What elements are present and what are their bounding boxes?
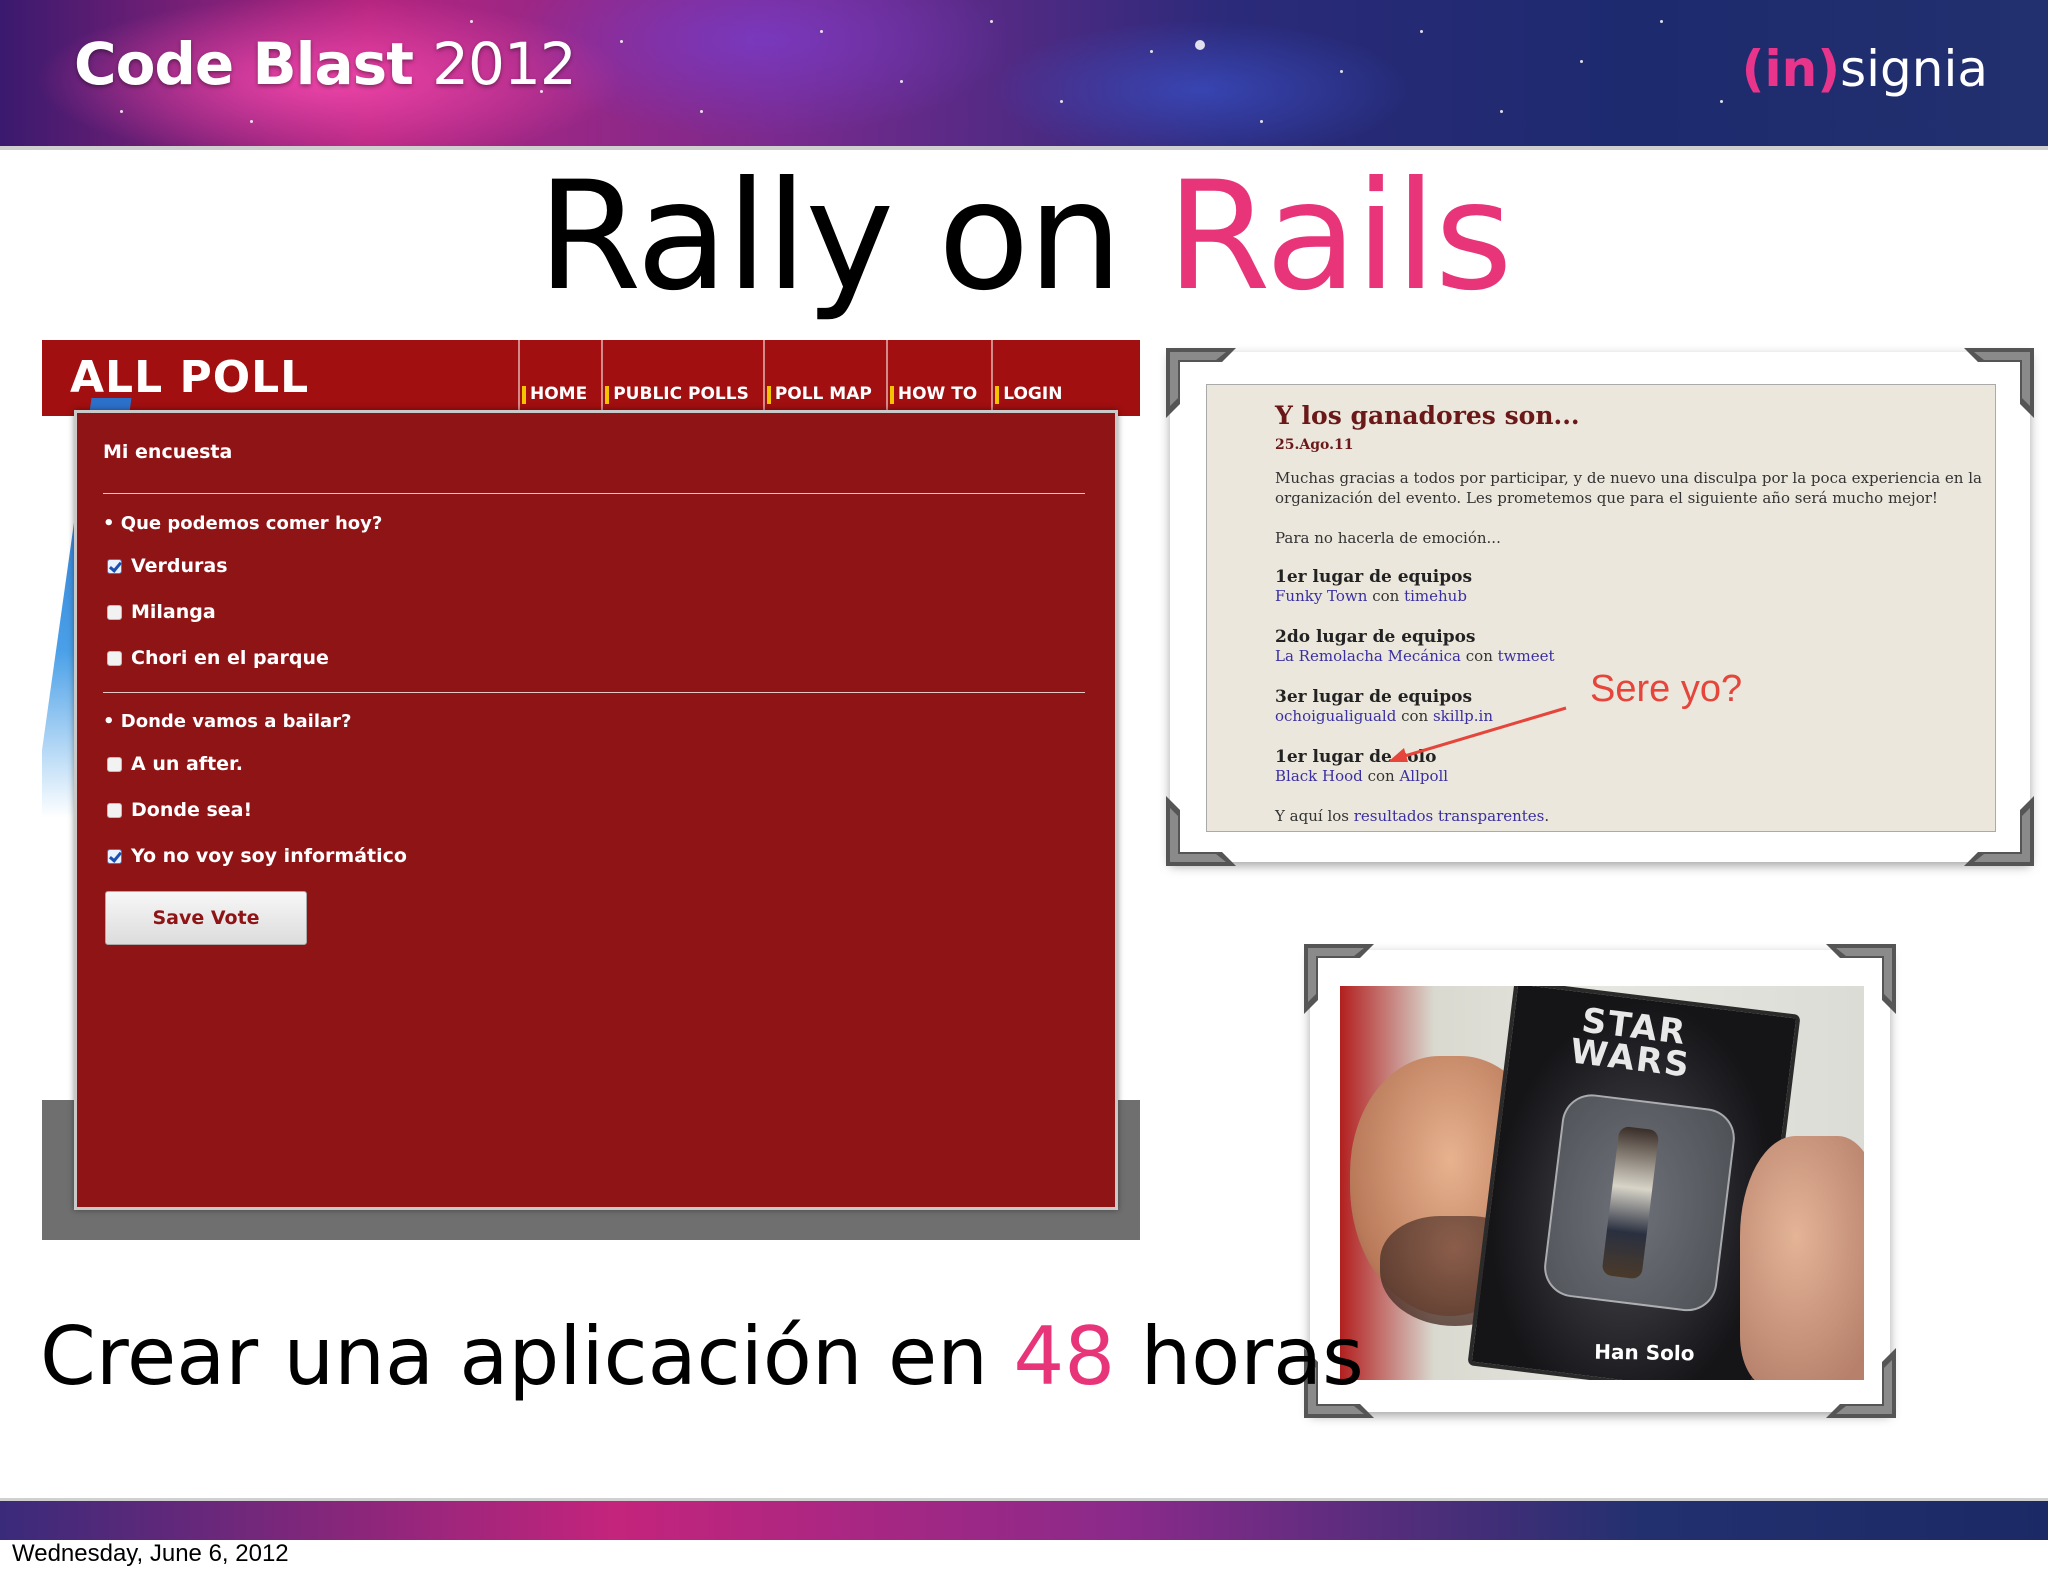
nav-poll-map[interactable]: POLL MAP <box>762 340 886 416</box>
option-checkbox[interactable] <box>107 803 122 818</box>
question-1: • Que podemos comer hoy? <box>103 513 383 534</box>
nav-public-polls[interactable]: PUBLIC POLLS <box>601 340 763 416</box>
poll-form: Mi encuesta • Que podemos comer hoy? Ver… <box>74 410 1118 1210</box>
code-blast-logo: Code Blast 2012 <box>74 30 577 98</box>
allpoll-screenshot: ALL POLL HOME PUBLIC POLLS POLL MAP HOW … <box>42 340 1140 1240</box>
allpoll-nav: HOME PUBLIC POLLS POLL MAP HOW TO LOGIN <box>518 340 1076 416</box>
nav-home[interactable]: HOME <box>518 340 601 416</box>
option-label: A un after. <box>131 753 243 775</box>
blog-closing: Y aquí los resultados transparentes. <box>1275 807 1550 825</box>
han-solo-photo: STAR WARS Han Solo <box>1340 986 1864 1380</box>
place-detail: Funky Town con timehub <box>1275 587 1467 605</box>
insignia-logo: (in)signia <box>1741 40 1988 98</box>
option-checkbox[interactable] <box>107 757 122 772</box>
option-label: Donde sea! <box>131 799 253 821</box>
photo-corner-icon <box>1964 348 2034 418</box>
divider <box>103 692 1085 693</box>
slide-title: Rally on Rails <box>537 150 1513 324</box>
question-2: • Donde vamos a bailar? <box>103 711 352 732</box>
blog-date: 25.Ago.11 <box>1275 437 1354 453</box>
photo-corner-icon <box>1166 348 1236 418</box>
blog-intro: organización del evento. Les prometemos … <box>1275 489 1938 507</box>
slide: Code Blast 2012 (in)signia Rally on Rail… <box>0 0 2048 1540</box>
option-checkbox[interactable] <box>107 559 122 574</box>
option-label: Yo no voy soy informático <box>131 845 407 867</box>
save-vote-button[interactable]: Save Vote <box>105 891 307 945</box>
blog-photo-frame: Y los ganadores son... 25.Ago.11 Muchas … <box>1166 348 2034 866</box>
annotation-arrow-icon <box>1388 706 1567 762</box>
allpoll-logo: ALL POLL <box>70 352 310 403</box>
team-link[interactable]: La Remolacha Mecánica <box>1275 647 1461 665</box>
place-detail: La Remolacha Mecánica con twmeet <box>1275 647 1555 665</box>
nav-login[interactable]: LOGIN <box>991 340 1076 416</box>
photo-corner-icon <box>1826 944 1896 1014</box>
han-solo-photo-frame: STAR WARS Han Solo <box>1304 944 1896 1418</box>
team-link[interactable]: Funky Town <box>1275 587 1367 605</box>
blog-lead: Para no hacerla de emoción... <box>1275 529 1501 547</box>
annotation-text: Sere yo? <box>1590 668 1743 710</box>
photo-corner-icon <box>1964 796 2034 866</box>
hand <box>1740 1136 1864 1380</box>
photo-corner-icon <box>1304 944 1374 1014</box>
poll-title: Mi encuesta <box>103 441 233 463</box>
figure-name: Han Solo <box>1594 1339 1695 1366</box>
photo-corner-icon <box>1826 1348 1896 1418</box>
divider <box>103 493 1085 494</box>
option-checkbox[interactable] <box>107 849 122 864</box>
team-link[interactable]: ochoigualiguald <box>1275 707 1396 725</box>
blog-screenshot: Y los ganadores son... 25.Ago.11 Muchas … <box>1206 384 1996 832</box>
team-link[interactable]: Black Hood <box>1275 767 1363 785</box>
option-label: Milanga <box>131 601 216 623</box>
star-wars-logo: STAR WARS <box>1568 1000 1693 1086</box>
footer-banner <box>0 1498 2048 1540</box>
footer-date: Wednesday, June 6, 2012 <box>12 1540 289 1567</box>
photo-corner-icon <box>1166 796 1236 866</box>
option-checkbox[interactable] <box>107 605 122 620</box>
option-checkbox[interactable] <box>107 651 122 666</box>
option-label: Chori en el parque <box>131 647 329 669</box>
blog-title: Y los ganadores son... <box>1275 401 1580 430</box>
place-heading: 2do lugar de equipos <box>1275 627 1476 647</box>
option-label: Verduras <box>131 555 228 577</box>
blog-intro: Muchas gracias a todos por participar, y… <box>1275 469 1982 487</box>
nav-how-to[interactable]: HOW TO <box>885 340 991 416</box>
results-link[interactable]: resultados transparentes <box>1354 807 1545 825</box>
place-heading: 1er lugar de equipos <box>1275 567 1473 587</box>
app-link[interactable]: twmeet <box>1498 647 1555 665</box>
header-banner: Code Blast 2012 (in)signia <box>0 0 2048 150</box>
app-link[interactable]: timehub <box>1404 587 1467 605</box>
slide-subtitle: Crear una aplicación en 48 horas <box>40 1310 1364 1403</box>
